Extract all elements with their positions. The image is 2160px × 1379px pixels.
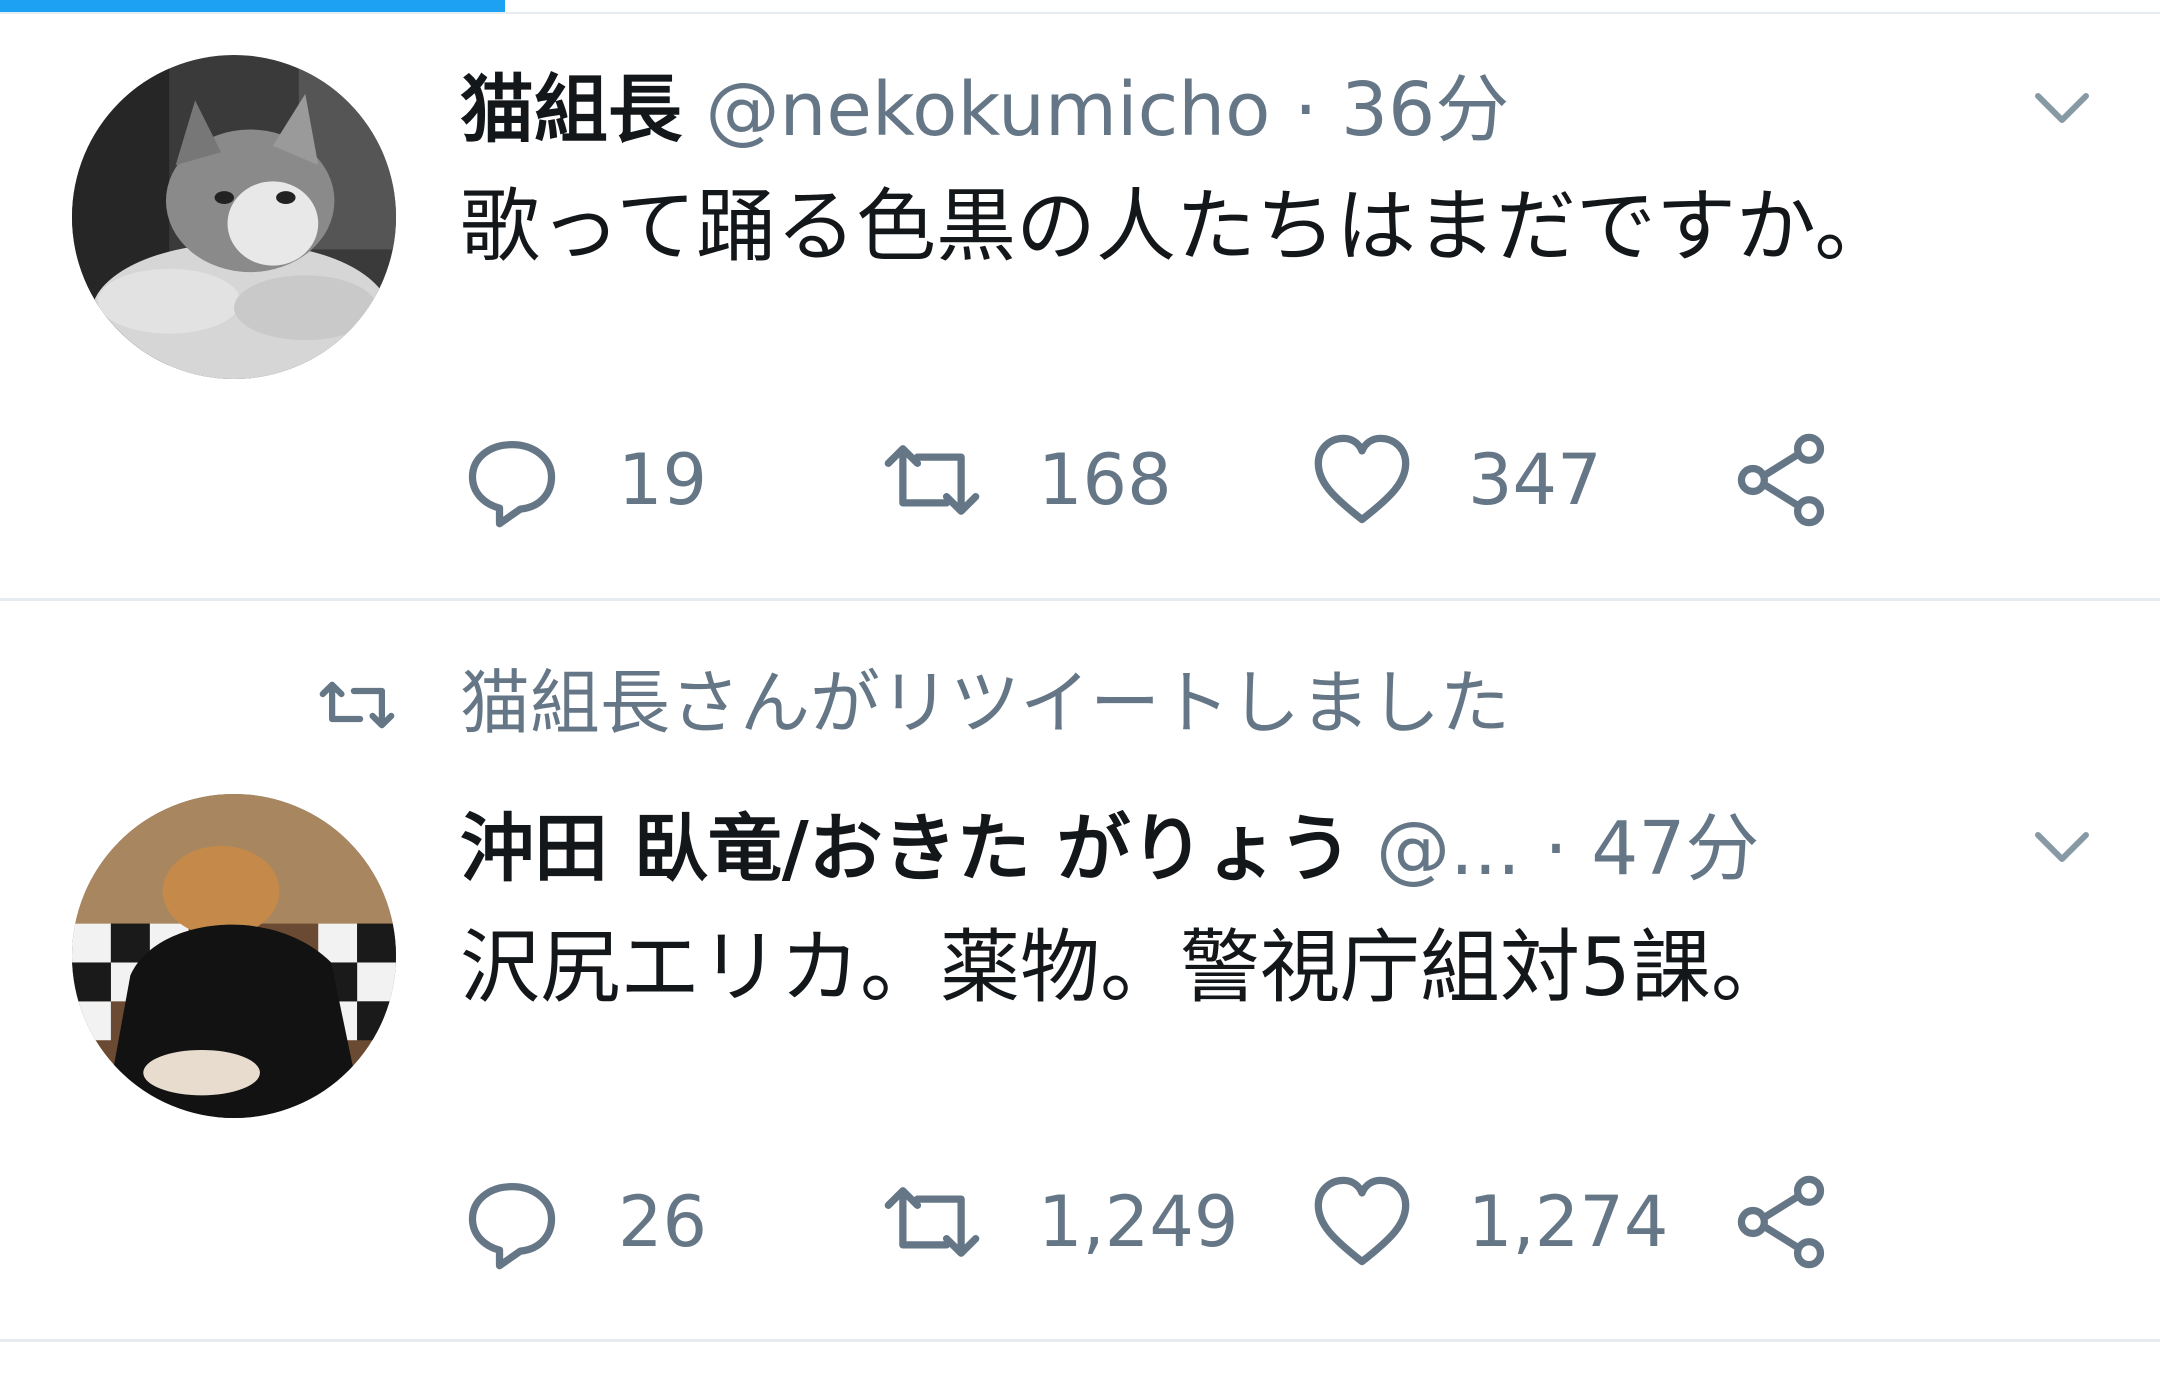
heart-icon	[1314, 1176, 1410, 1266]
like-button[interactable]: 1,274	[1310, 1167, 1668, 1277]
heart-icon	[1314, 434, 1410, 524]
handle[interactable]: @...	[1376, 806, 1521, 892]
like-button[interactable]: 347	[1310, 425, 1602, 535]
handle[interactable]: @nekokumicho	[706, 67, 1271, 153]
share-button[interactable]	[1730, 425, 1834, 535]
display-name[interactable]: 沖田 臥竜/おきた がりょう	[460, 806, 1353, 892]
tweet-actions: 26 1,249 1,274	[460, 1167, 1960, 1277]
reply-button[interactable]: 19	[460, 425, 707, 535]
tweet-header: 沖田 臥竜/おきた がりょう @... · 47分	[460, 799, 1759, 899]
loading-progress-bar	[0, 0, 506, 12]
retweet-count: 1,249	[1038, 1181, 1239, 1263]
reply-icon	[468, 1183, 556, 1270]
retweet-icon	[319, 681, 395, 729]
share-icon	[1737, 1175, 1825, 1269]
share-icon	[1737, 433, 1825, 527]
reply-button[interactable]: 26	[460, 1167, 707, 1277]
tweet[interactable]: 猫組長 @nekokumicho · 36分 歌って踊る色黒の人たちはまだですか…	[0, 12, 2160, 601]
tweet[interactable]: 猫組長さんがリツイートしました 沖田 臥竜/おきた がりょう @... · 47…	[0, 601, 2160, 1342]
retweet-context-label[interactable]: 猫組長さんがリツイートしました	[460, 653, 1510, 753]
like-count: 347	[1468, 439, 1602, 521]
person-avatar-icon	[72, 794, 396, 1118]
separator: ·	[1544, 806, 1568, 892]
avatar[interactable]	[72, 794, 396, 1118]
tweet-actions: 19 168 347	[460, 425, 1960, 535]
retweet-button[interactable]: 1,249	[880, 1167, 1238, 1277]
tweet-text: 歌って踊る色黒の人たちはまだですか。	[460, 180, 1895, 273]
retweet-icon	[884, 1187, 980, 1257]
cat-avatar-icon	[72, 55, 396, 379]
tweet-text: 沢尻エリカ。薬物。警視庁組対5課。	[460, 921, 1791, 1014]
share-button[interactable]	[1730, 1167, 1834, 1277]
retweet-icon	[884, 445, 980, 515]
display-name[interactable]: 猫組長	[460, 67, 682, 153]
reply-count: 26	[618, 1181, 708, 1263]
timestamp[interactable]: 47分	[1591, 806, 1759, 892]
tweet-header: 猫組長 @nekokumicho · 36分	[460, 60, 1509, 160]
reply-icon	[468, 441, 556, 528]
timestamp[interactable]: 36分	[1341, 67, 1509, 153]
retweet-count: 168	[1038, 439, 1172, 521]
reply-count: 19	[618, 439, 708, 521]
avatar[interactable]	[72, 55, 396, 379]
chevron-down-icon[interactable]	[2032, 88, 2092, 128]
separator: ·	[1293, 67, 1318, 153]
chevron-down-icon[interactable]	[2032, 827, 2092, 867]
like-count: 1,274	[1468, 1181, 1669, 1263]
retweet-button[interactable]: 168	[880, 425, 1172, 535]
